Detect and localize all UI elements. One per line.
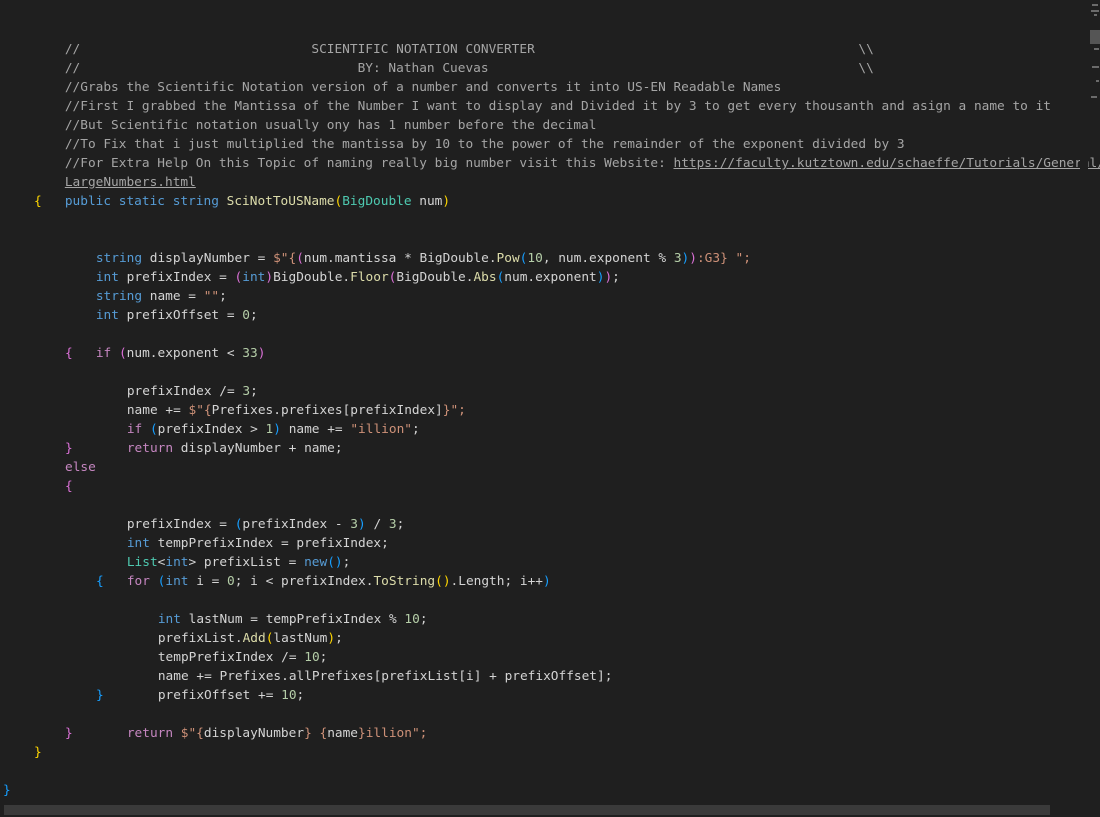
code-line: int lastNum = tempPrefixIndex % 10;	[157, 612, 428, 627]
code-line: LargeNumbers.html	[34, 154, 196, 190]
code-line: public static string SciNotToUSName(BigD…	[64, 194, 451, 209]
vertical-scrollbar[interactable]	[1080, 0, 1088, 817]
code-line: prefixIndex /= 3;	[126, 384, 258, 399]
code-line: if (num.exponent < 33)	[95, 346, 266, 361]
code-editor[interactable]: // SCIENTIFIC NOTATION CONVERTER \\ // B…	[0, 0, 1100, 805]
code-line: name += $"{Prefixes.prefixes[prefixIndex…	[126, 403, 466, 418]
comment-link[interactable]: https://faculty.kutztown.edu/schaeffe/Tu…	[673, 156, 1100, 171]
code-line: // SCIENTIFIC NOTATION CONVERTER \\	[34, 21, 874, 57]
code-line: return $"{displayNumber} {name}illion";	[126, 726, 428, 741]
code-line: prefixIndex = (prefixIndex - 3) / 3;	[126, 517, 405, 532]
code-line: int prefixOffset = 0;	[95, 308, 258, 323]
horizontal-scrollbar[interactable]	[4, 805, 1050, 815]
method-name: SciNotToUSName	[226, 194, 335, 209]
code-line: }	[34, 745, 42, 760]
code-line: {	[34, 194, 42, 209]
code-line: {	[96, 574, 104, 589]
code-line: List<int> prefixList = new();	[126, 555, 351, 570]
code-line: //For Extra Help On this Topic of naming…	[34, 135, 1100, 171]
code-line: if (prefixIndex > 1) name += "illion";	[126, 422, 420, 437]
code-line: return displayNumber + name;	[126, 441, 343, 456]
code-line: //First I grabbed the Mantissa of the Nu…	[34, 78, 1051, 114]
code-line: prefixOffset += 10;	[157, 688, 305, 703]
code-line: else	[65, 460, 96, 475]
code-line: // BY: Nathan Cuevas \\	[34, 40, 874, 76]
code-line: {	[65, 346, 73, 361]
code-line: //But Scientific notation usually ony ha…	[34, 97, 597, 133]
code-line: }	[65, 441, 73, 456]
code-line: int prefixIndex = (int)BigDouble.Floor(B…	[95, 270, 620, 285]
code-line: int tempPrefixIndex = prefixIndex;	[126, 536, 389, 551]
code-line: }	[65, 726, 73, 741]
code-line: tempPrefixIndex /= 10;	[157, 650, 328, 665]
minimap[interactable]	[1088, 0, 1100, 120]
code-line: }	[3, 783, 11, 798]
code-line: for (int i = 0; i < prefixIndex.ToString…	[126, 574, 551, 589]
code-line: name += Prefixes.allPrefixes[prefixList[…	[157, 669, 613, 684]
code-line: {	[65, 479, 73, 494]
code-line: prefixList.Add(lastNum);	[157, 631, 343, 646]
code-line: //To Fix that i just multiplied the mant…	[34, 116, 905, 152]
code-line: }	[96, 688, 104, 703]
code-line: string displayNumber = $"{(num.mantissa …	[95, 251, 751, 266]
code-line: string name = "";	[95, 289, 227, 304]
keyword: public static string	[64, 194, 227, 209]
code-line: //Grabs the Scientific Notation version …	[34, 59, 782, 95]
